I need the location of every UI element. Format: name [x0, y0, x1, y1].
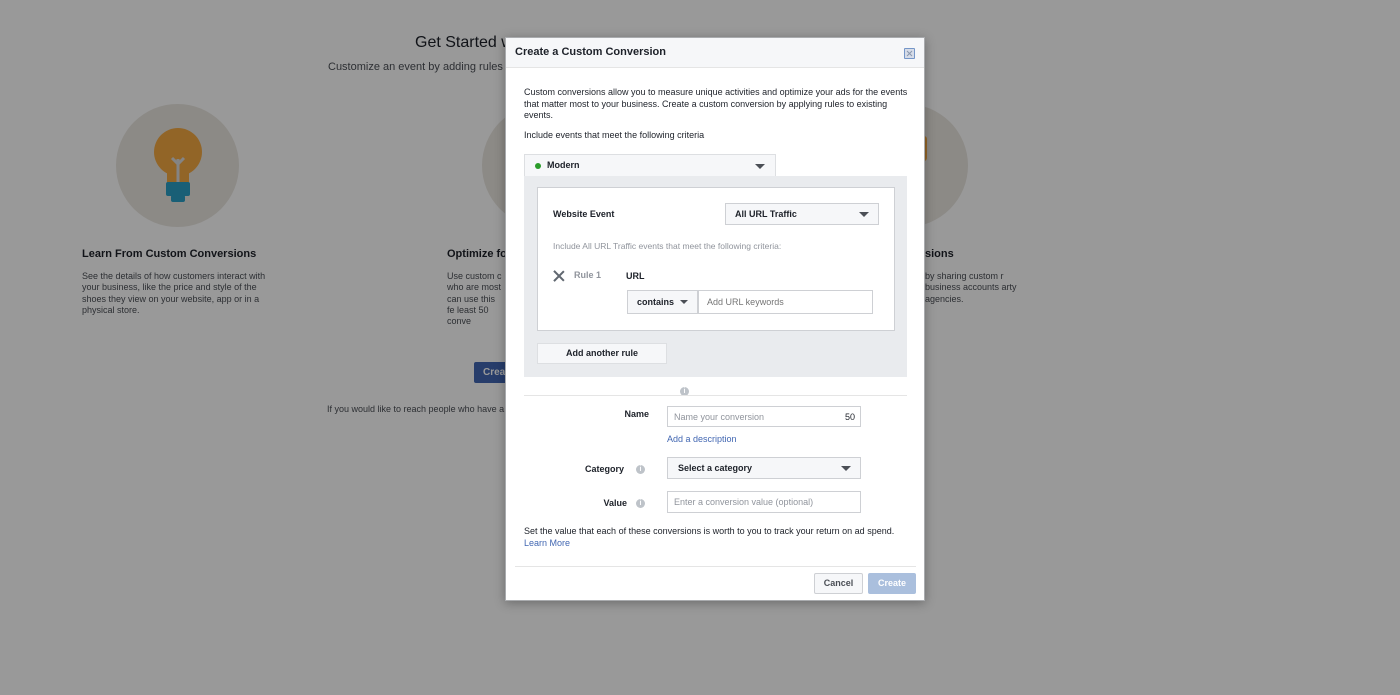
- url-keywords-input[interactable]: [698, 290, 873, 314]
- intro-text: Custom conversions allow you to measure …: [524, 87, 908, 120]
- rule-operator-value: contains: [637, 297, 675, 307]
- rule-field-label: URL: [626, 271, 645, 281]
- conversion-name-input[interactable]: Name your conversion 50: [667, 406, 861, 427]
- value-help-description: Set the value that each of these convers…: [524, 526, 895, 536]
- rule-panel: Website Event All URL Traffic Include Al…: [524, 176, 907, 396]
- close-icon[interactable]: [904, 48, 915, 59]
- include-criteria-text: Include All URL Traffic events that meet…: [553, 241, 782, 251]
- pixel-source-select[interactable]: Modern: [524, 154, 776, 177]
- category-label: Category: [584, 464, 624, 474]
- name-placeholder: Name your conversion: [674, 412, 765, 422]
- add-description-link[interactable]: Add a description: [667, 434, 737, 444]
- rule-label: Rule 1: [574, 270, 602, 280]
- category-info-icon[interactable]: i: [636, 465, 645, 474]
- caret-down-icon: [680, 300, 688, 304]
- value-info-icon[interactable]: i: [636, 499, 645, 508]
- remove-rule-icon[interactable]: [553, 270, 565, 282]
- modal-title: Create a Custom Conversion: [515, 46, 666, 58]
- footer-divider: [515, 566, 916, 567]
- website-event-select[interactable]: All URL Traffic: [725, 203, 879, 225]
- website-event-value: All URL Traffic: [735, 209, 797, 219]
- rule-operator-select[interactable]: contains: [627, 290, 698, 314]
- cancel-button[interactable]: Cancel: [814, 573, 863, 594]
- criteria-label: Include events that meet the following c…: [524, 130, 705, 140]
- create-custom-conversion-dialog: Create a Custom Conversion Custom conver…: [505, 37, 925, 601]
- learn-more-link[interactable]: Learn More: [524, 538, 570, 548]
- rule-card: Website Event All URL Traffic Include Al…: [537, 187, 895, 331]
- pixel-source-value: Modern: [547, 160, 580, 170]
- add-another-rule-button[interactable]: Add another rule: [537, 343, 667, 364]
- category-select[interactable]: Select a category: [667, 457, 861, 479]
- value-label: Value: [603, 498, 627, 508]
- modal-header: Create a Custom Conversion: [506, 38, 924, 68]
- create-button[interactable]: Create: [868, 573, 916, 594]
- caret-down-icon: [859, 212, 869, 217]
- website-event-label: Website Event: [553, 209, 615, 219]
- section-divider: [524, 395, 907, 396]
- name-char-count: 50: [844, 412, 855, 422]
- category-value: Select a category: [678, 463, 753, 473]
- caret-down-icon: [755, 164, 765, 169]
- caret-down-icon: [841, 466, 851, 471]
- name-label: Name: [624, 409, 649, 419]
- conversion-value-input[interactable]: Enter a conversion value (optional): [667, 491, 861, 513]
- status-dot-icon: [535, 163, 541, 169]
- value-help-text: Set the value that each of these convers…: [524, 526, 914, 549]
